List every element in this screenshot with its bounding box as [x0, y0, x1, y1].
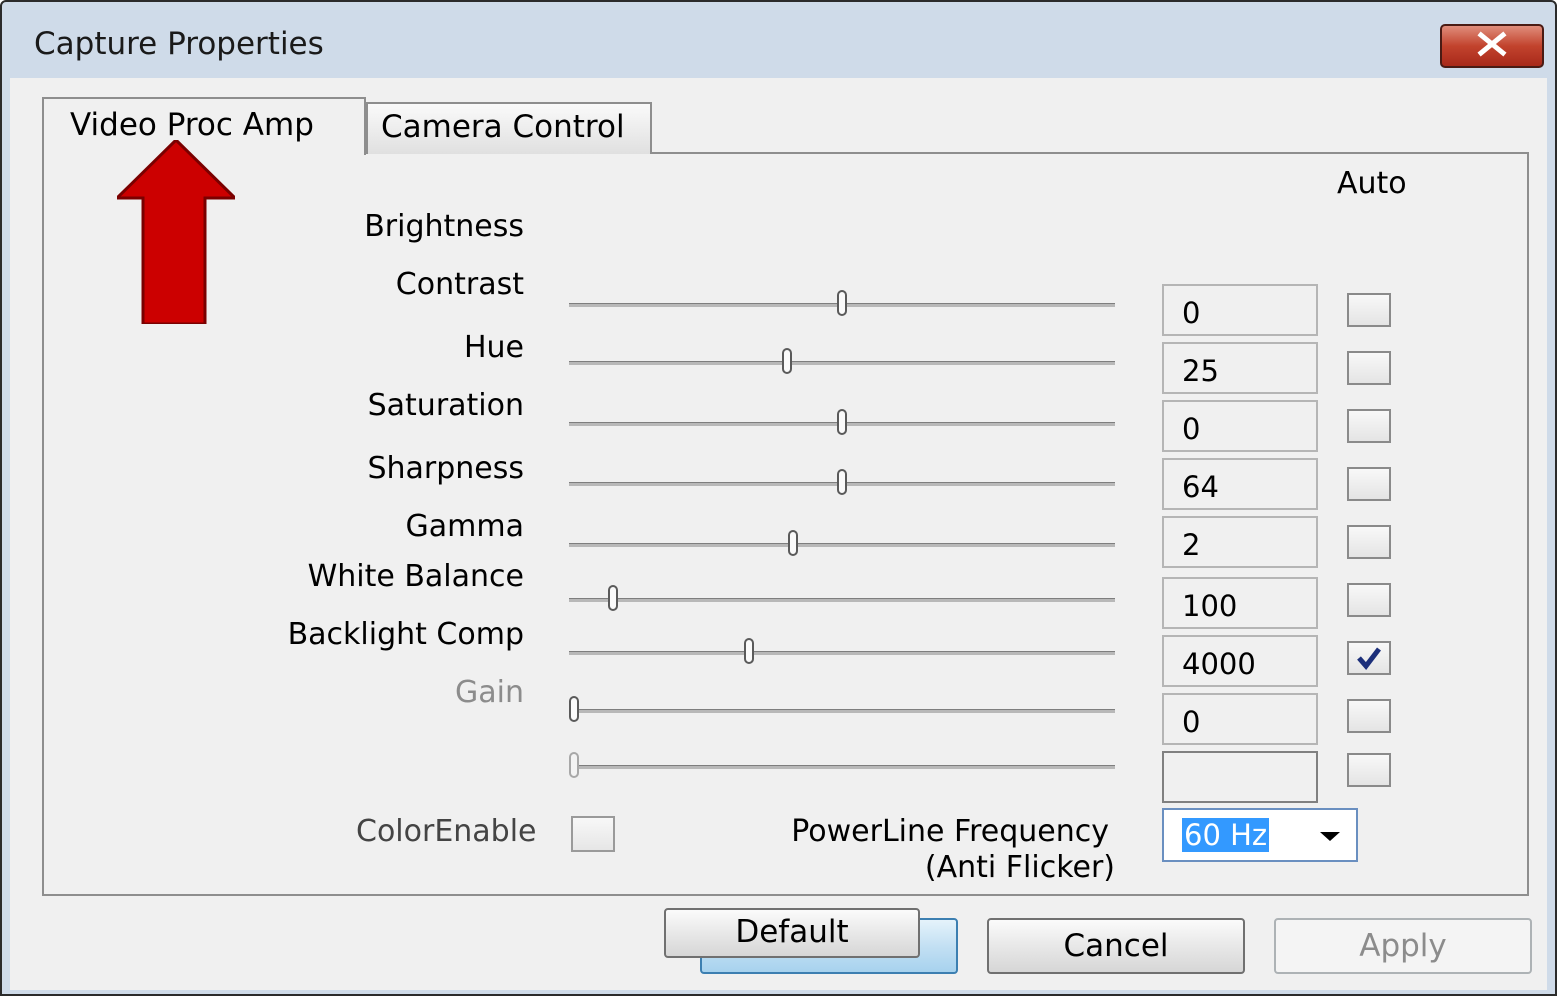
brightness-auto-checkbox[interactable] — [1347, 293, 1391, 327]
apply-button[interactable]: Apply — [1274, 918, 1532, 974]
anti-flicker-label: (Anti Flicker) — [924, 850, 1115, 885]
contrast-auto-checkbox[interactable] — [1347, 351, 1391, 385]
gamma-value[interactable]: 100 — [1162, 577, 1318, 629]
brightness-slider[interactable] — [569, 290, 1115, 316]
gamma-auto-checkbox[interactable] — [1347, 583, 1391, 617]
dialog-client-area: Video Proc Amp Camera Control Auto Brigh… — [10, 78, 1547, 990]
checkmark-icon — [1357, 647, 1381, 670]
saturation-value[interactable]: 64 — [1162, 458, 1318, 510]
slider-thumb[interactable] — [607, 585, 618, 611]
hue-slider[interactable] — [569, 409, 1115, 435]
saturation-slider[interactable] — [569, 469, 1115, 495]
sharpness-slider[interactable] — [569, 530, 1115, 556]
gamma-label: Gamma — [405, 509, 524, 544]
white-balance-label: White Balance — [307, 559, 524, 594]
brightness-label: Brightness — [364, 209, 524, 244]
slider-track — [569, 361, 1115, 365]
hue-auto-checkbox[interactable] — [1347, 409, 1391, 443]
default-button[interactable]: Default — [664, 908, 920, 958]
sharpness-auto-checkbox[interactable] — [1347, 525, 1391, 559]
sharpness-value[interactable]: 2 — [1162, 516, 1318, 568]
backlight-comp-label: Backlight Comp — [287, 617, 524, 652]
backlight-comp-slider[interactable] — [569, 696, 1115, 722]
gain-value — [1162, 751, 1318, 803]
gain-label: Gain — [455, 675, 524, 710]
contrast-slider[interactable] — [569, 348, 1115, 374]
gain-slider — [569, 752, 1115, 778]
slider-track — [569, 543, 1115, 547]
color-enable-checkbox[interactable] — [571, 816, 615, 852]
powerline-frequency-select[interactable]: 60 Hz — [1162, 808, 1358, 862]
tab-label: Video Proc Amp — [70, 107, 314, 143]
gain-auto-checkbox — [1347, 753, 1391, 787]
slider-thumb — [569, 752, 580, 778]
brightness-value[interactable]: 0 — [1162, 284, 1318, 336]
slider-track — [569, 765, 1115, 769]
saturation-auto-checkbox[interactable] — [1347, 467, 1391, 501]
white-balance-value[interactable]: 4000 — [1162, 635, 1318, 687]
saturation-label: Saturation — [367, 388, 524, 423]
close-button[interactable] — [1440, 24, 1544, 68]
auto-column-header: Auto — [1337, 166, 1407, 201]
slider-thumb[interactable] — [744, 638, 755, 664]
powerline-frequency-selected-value: 60 Hz — [1182, 818, 1270, 852]
video-proc-amp-panel: Auto Brightness 0 Contrast 25 Hue 0 Satu… — [42, 152, 1529, 958]
backlight-comp-value[interactable]: 0 — [1162, 693, 1318, 745]
tab-label: Camera Control — [381, 109, 625, 145]
slider-thumb[interactable] — [569, 696, 580, 722]
white-balance-auto-checkbox[interactable] — [1347, 641, 1391, 675]
color-enable-label: ColorEnable — [356, 814, 537, 849]
slider-thumb[interactable] — [782, 348, 793, 374]
slider-track — [569, 598, 1115, 602]
slider-track — [569, 709, 1115, 713]
slider-thumb[interactable] — [787, 530, 798, 556]
red-arrow-icon — [117, 140, 235, 324]
hue-label: Hue — [463, 330, 524, 365]
cancel-button[interactable]: Cancel — [987, 918, 1245, 974]
window-title: Capture Properties — [34, 26, 324, 62]
slider-thumb[interactable] — [837, 409, 847, 435]
contrast-label: Contrast — [395, 267, 524, 302]
backlight-comp-auto-checkbox[interactable] — [1347, 699, 1391, 733]
tab-camera-control[interactable]: Camera Control — [366, 102, 652, 154]
dropdown-arrow-icon[interactable] — [1320, 832, 1340, 841]
close-icon — [1474, 31, 1510, 61]
sharpness-label: Sharpness — [367, 451, 524, 486]
contrast-value[interactable]: 25 — [1162, 342, 1318, 394]
capture-properties-window: Capture Properties Video Proc Amp Camera… — [0, 0, 1557, 996]
gamma-slider[interactable] — [569, 585, 1115, 611]
slider-thumb[interactable] — [837, 469, 847, 495]
white-balance-slider[interactable] — [569, 638, 1115, 664]
slider-thumb[interactable] — [837, 290, 847, 316]
title-bar[interactable]: Capture Properties — [2, 2, 1555, 90]
powerline-frequency-label: PowerLine Frequency — [791, 814, 1109, 849]
hue-value[interactable]: 0 — [1162, 400, 1318, 452]
slider-track — [569, 651, 1115, 655]
